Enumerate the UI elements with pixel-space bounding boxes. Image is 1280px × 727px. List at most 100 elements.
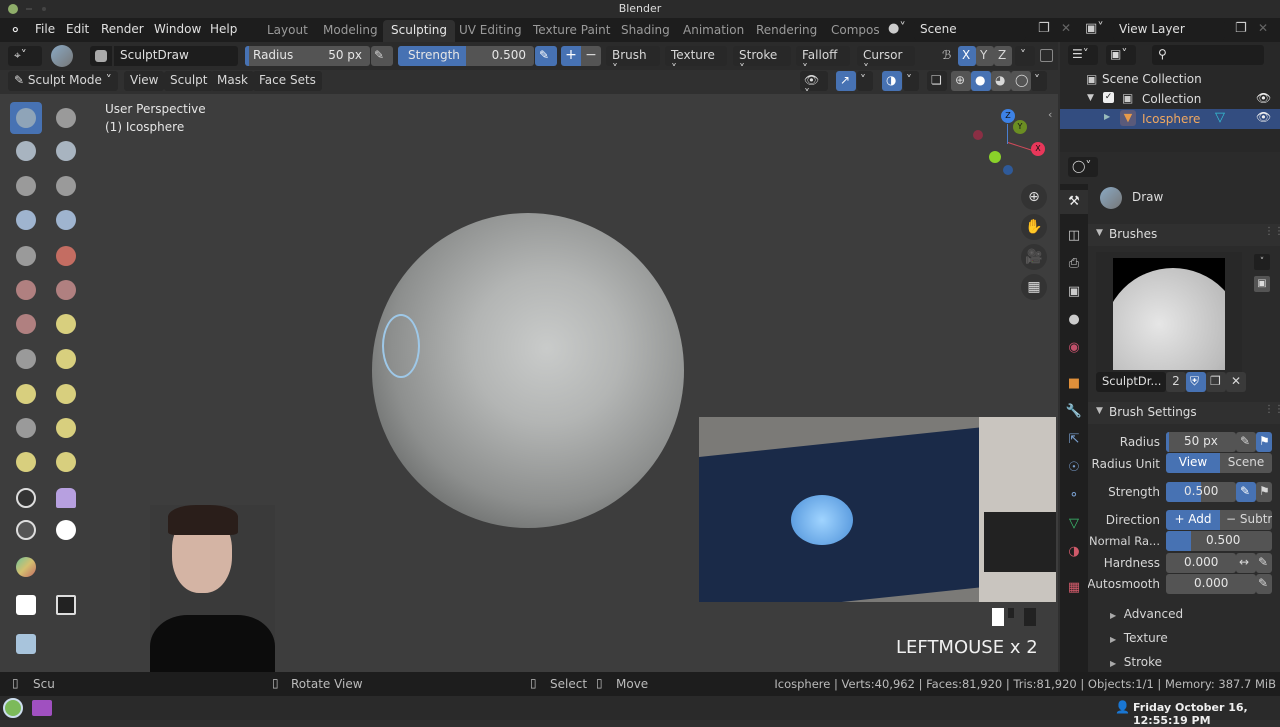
tab-view-layer-icon[interactable]: ▣ (1064, 282, 1084, 302)
tool-elastic-deform[interactable] (10, 378, 42, 410)
perspective-grid-icon[interactable]: ▦ (1021, 274, 1047, 300)
editor-type-dropdown[interactable]: ◯˅ (1068, 157, 1098, 177)
autosmooth-pressure-icon[interactable]: ✎ (1256, 574, 1272, 594)
tab-texture-paint[interactable]: Texture Paint (525, 20, 618, 42)
tab-sculpting[interactable]: Sculpting (383, 20, 456, 42)
rendered-shading-icon[interactable]: ◯ (1011, 71, 1031, 91)
brush-datablock-field[interactable]: SculptDr... (1096, 372, 1166, 392)
brush-name-field[interactable]: SculptDraw (114, 46, 238, 66)
direction-add-button[interactable]: + (561, 46, 581, 66)
gizmo-toggle-icon[interactable]: ↗ (836, 71, 856, 91)
tab-rendering[interactable]: Rendering (748, 20, 825, 42)
panel-drag-handle-icon[interactable]: ⋮⋮ (1264, 226, 1280, 237)
new-scene-icon[interactable]: ❐ (1038, 21, 1050, 36)
strength-unified-toggle-icon[interactable]: ⚑ (1256, 482, 1272, 502)
gizmo-y-axis[interactable]: Y (1013, 120, 1027, 134)
tab-output-icon[interactable]: ⎙ (1064, 254, 1084, 274)
brush-settings-panel-header[interactable]: ▼ Brush Settings ⋮⋮ (1088, 402, 1280, 424)
tab-compositing[interactable]: Compos (823, 20, 888, 42)
taskbar-clock[interactable]: Friday October 16, 12:55:19 PM (1133, 701, 1280, 727)
material-shading-icon[interactable]: ◕ (991, 71, 1011, 91)
sidebar-toggle-icon[interactable]: ‹ (1048, 108, 1052, 121)
tool-flatten[interactable] (10, 274, 42, 306)
mint-menu-icon[interactable] (3, 698, 23, 718)
collection-expand-icon[interactable]: ▼ (1087, 93, 1094, 103)
tool-draw-sharp[interactable] (50, 102, 82, 134)
menu-window[interactable]: Window (154, 22, 201, 36)
menu-help[interactable]: Help (210, 22, 237, 36)
tab-world-icon[interactable]: ◉ (1064, 338, 1084, 358)
xray-toggle-icon[interactable]: ❏ (927, 71, 947, 91)
falloff-menu[interactable]: Falloff ˅ (796, 46, 850, 76)
tool-mesh-filter[interactable] (10, 628, 42, 660)
direction-add-option[interactable]: + Add (1166, 510, 1220, 530)
tab-scene-icon[interactable]: ● (1064, 310, 1084, 330)
brush-preview-frame[interactable] (1096, 252, 1242, 372)
gizmo-x-axis[interactable]: X (1031, 142, 1045, 156)
tab-object-icon[interactable]: ■ (1064, 374, 1084, 394)
tab-animation[interactable]: Animation (675, 20, 752, 42)
taskbar-app-icon[interactable] (32, 700, 52, 716)
menu-face-sets[interactable]: Face Sets (253, 71, 322, 91)
props-strength-slider[interactable]: 0.500 (1166, 482, 1236, 502)
radius-unified-toggle-icon[interactable]: ⚑ (1256, 432, 1272, 452)
visibility-dropdown[interactable]: 👁˅ (800, 71, 828, 101)
menu-view[interactable]: View (124, 71, 165, 91)
subpanel-texture[interactable]: ▶ Texture (1110, 631, 1168, 645)
autosmooth-slider[interactable]: 0.000 (1166, 574, 1256, 594)
navigation-gizmo[interactable]: Z Y X (970, 104, 1050, 184)
brushes-panel-header[interactable]: ▼ Brushes ⋮⋮ (1088, 224, 1280, 246)
collection-checkbox[interactable]: ✓ (1103, 92, 1114, 103)
symmetry-options-dropdown[interactable]: ˅ (1015, 46, 1035, 66)
brush-menu[interactable]: Brush ˅ (606, 46, 660, 76)
mode-selector[interactable]: ✎ Sculpt Mode ˅ (8, 71, 118, 91)
delete-scene-icon[interactable]: ✕ (1061, 21, 1071, 35)
brush-users-count[interactable]: 2 (1166, 372, 1186, 392)
hardness-slider[interactable]: 0.000 (1166, 553, 1236, 573)
tab-layout[interactable]: Layout (259, 20, 316, 42)
mesh-data-icon[interactable]: ▽ (1215, 110, 1225, 125)
draw-brush-icon[interactable] (51, 45, 73, 67)
brush-image-icon[interactable]: ▣ (1254, 276, 1270, 292)
gizmo-neg-y[interactable] (989, 151, 1001, 163)
pan-hand-icon[interactable]: ✋ (1021, 214, 1047, 240)
wireframe-shading-icon[interactable]: ⊕ (951, 71, 971, 91)
symmetry-z-toggle[interactable]: Z (994, 46, 1012, 66)
fake-user-shield-icon[interactable]: ⛨ (1186, 372, 1206, 392)
direction-subtract-button[interactable]: − (581, 46, 601, 66)
tool-thumb[interactable] (10, 412, 42, 444)
strength-pressure-icon[interactable]: ✎ (535, 46, 557, 66)
brush-list-dropdown[interactable]: ˅ (1254, 254, 1270, 270)
menu-render[interactable]: Render (101, 22, 144, 36)
object-visibility-eye-icon[interactable]: 👁 (1256, 110, 1271, 124)
cursor-menu[interactable]: Cursor ˅ (857, 46, 915, 76)
tool-draw[interactable] (10, 102, 42, 134)
tool-mask[interactable] (50, 514, 82, 546)
tool-smooth[interactable] (50, 240, 82, 272)
radius-unit-scene-option[interactable]: Scene (1220, 453, 1272, 473)
radius-unit-view-option[interactable]: View (1166, 453, 1220, 473)
tool-snake-hook[interactable] (50, 378, 82, 410)
scene-name-field[interactable]: Scene (914, 20, 1026, 40)
delete-view-layer-icon[interactable]: ✕ (1258, 21, 1268, 35)
gizmo-z-axis[interactable]: Z (1001, 109, 1015, 123)
overlay-dropdown[interactable]: ˅ (903, 71, 919, 91)
tab-mesh-data-icon[interactable]: ▽ (1064, 514, 1084, 534)
normal-radius-slider[interactable]: 0.500 (1166, 531, 1272, 551)
tab-texture-icon[interactable]: ▦ (1064, 578, 1084, 598)
texture-menu[interactable]: Texture ˅ (665, 46, 727, 76)
strength-pressure-toggle-icon[interactable]: ✎ (1236, 482, 1256, 502)
duplicate-brush-icon[interactable]: ❐ (1206, 372, 1226, 392)
direction-subtract-option[interactable]: − Subtr (1220, 510, 1272, 530)
scene-collection-label[interactable]: Scene Collection (1102, 72, 1202, 86)
tool-nudge[interactable] (10, 446, 42, 478)
overlay-toggle-icon[interactable]: ◑ (882, 71, 902, 91)
tab-modeling[interactable]: Modeling (315, 20, 386, 42)
unlink-brush-icon[interactable]: ✕ (1226, 372, 1246, 392)
view-layer-field[interactable]: View Layer (1113, 20, 1225, 40)
hardness-pressure-icon[interactable]: ✎ (1256, 553, 1272, 573)
stroke-menu[interactable]: Stroke ˅ (733, 46, 791, 76)
tool-slide-relax[interactable] (10, 482, 42, 514)
tool-settings-dropdown[interactable]: ⌖˅ (8, 46, 42, 66)
strength-slider[interactable]: Strength 0.500 (398, 46, 534, 66)
